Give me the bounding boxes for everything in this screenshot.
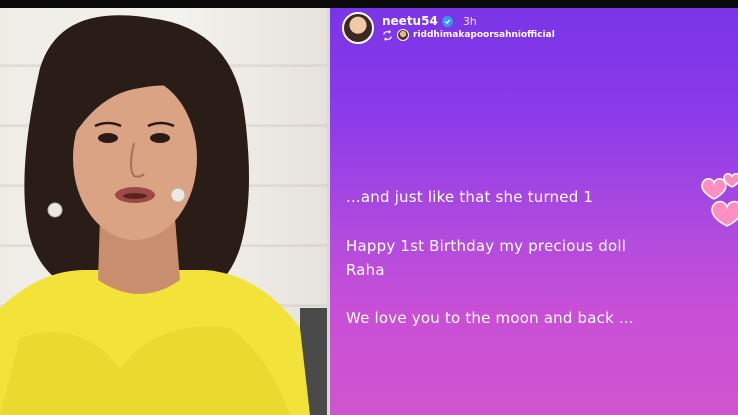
portrait-illustration — [0, 15, 327, 415]
portrait-photo — [0, 8, 327, 415]
post-time: 3h — [462, 14, 477, 28]
repost-icon — [383, 29, 392, 41]
repost-avatar[interactable] — [397, 29, 409, 41]
news-image: neetu54 3h riddhimakapoorsahniofficial .… — [0, 0, 738, 415]
story-header-text: neetu54 3h riddhimakapoorsahniofficial — [382, 14, 555, 41]
story-text-line-3: Raha — [346, 261, 385, 279]
top-bar — [0, 0, 738, 8]
avatar[interactable] — [342, 12, 374, 44]
story-text-line-1: ...and just like that she turned 1 — [346, 188, 594, 206]
story-header: neetu54 3h riddhimakapoorsahniofficial — [342, 12, 555, 44]
username[interactable]: neetu54 — [382, 14, 438, 28]
repost-row: riddhimakapoorsahniofficial — [382, 29, 555, 41]
repost-username[interactable]: riddhimakapoorsahniofficial — [413, 30, 555, 40]
instagram-story: neetu54 3h riddhimakapoorsahniofficial .… — [330, 8, 738, 415]
username-row: neetu54 3h — [382, 14, 555, 28]
hearts-sticker-icon — [701, 173, 738, 227]
verified-badge-icon — [441, 15, 453, 27]
story-text-line-2: Happy 1st Birthday my precious doll — [346, 237, 627, 255]
story-text-line-4: We love you to the moon and back ... — [346, 309, 634, 327]
